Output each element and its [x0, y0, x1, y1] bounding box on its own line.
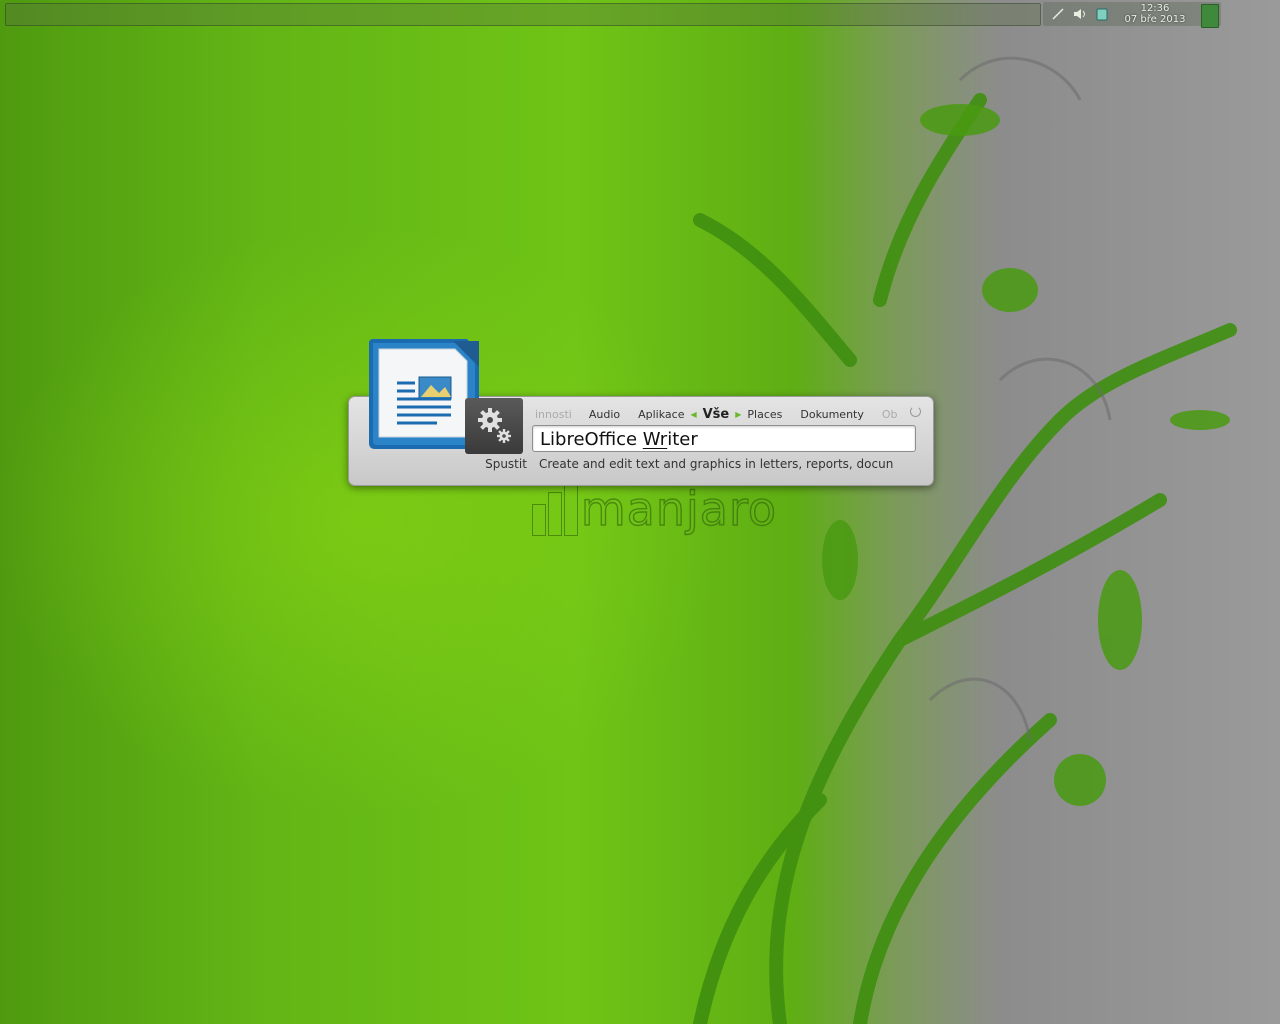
desktop-pager[interactable] — [1201, 4, 1219, 28]
tab-places[interactable]: Places — [747, 408, 782, 421]
libreoffice-writer-icon — [367, 337, 481, 453]
watermark-text: manjaro — [580, 481, 777, 536]
network-icon[interactable] — [1051, 7, 1065, 21]
taskbar-panel[interactable] — [5, 3, 1041, 26]
manjaro-logo-icon — [532, 480, 578, 536]
gear-icon — [478, 408, 511, 443]
tab-all[interactable]: Vše — [703, 407, 730, 422]
volume-icon[interactable] — [1073, 7, 1087, 21]
manjaro-watermark: manjaro — [532, 478, 777, 540]
runner-category-tabs: innosti Audio Aplikace ◀ Vše ▶ Places Do… — [532, 405, 920, 423]
prev-tab-arrow-icon[interactable]: ◀ — [690, 410, 696, 419]
next-tab-arrow-icon[interactable]: ▶ — [735, 410, 741, 419]
clock-date: 07 bře 2013 — [1124, 14, 1186, 25]
query-suffix: iter — [667, 429, 698, 450]
query-match: Wr — [642, 429, 668, 450]
busy-indicator-icon — [910, 406, 921, 417]
tab-documents[interactable]: Dokumenty — [800, 408, 863, 421]
runner-search-input[interactable]: LibreOffice Writer — [532, 425, 916, 452]
runner-settings-button[interactable] — [465, 398, 523, 454]
query-prefix: LibreOffice — [540, 429, 643, 450]
result-description[interactable]: Create and edit text and graphics in let… — [539, 457, 915, 471]
clock-time: 12:36 — [1140, 3, 1170, 14]
tab-images[interactable]: Ob — [882, 408, 898, 421]
tab-audio[interactable]: Audio — [589, 408, 620, 421]
clipboard-icon[interactable] — [1095, 7, 1109, 21]
run-action-label[interactable]: Spustit — [481, 457, 531, 471]
clock[interactable]: 12:36 07 bře 2013 — [1117, 3, 1193, 25]
tab-applications[interactable]: Aplikace — [638, 408, 684, 421]
tab-activities[interactable]: innosti — [535, 408, 572, 421]
